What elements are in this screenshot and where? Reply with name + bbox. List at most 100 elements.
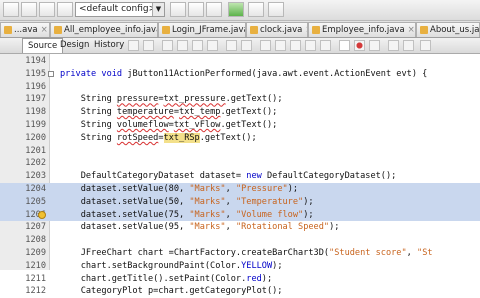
file-tab[interactable]: Login_JFrame.java×: [158, 22, 246, 37]
code-text: JFreeChart chart =ChartFactory.createBar…: [60, 248, 433, 258]
file-tab-label: Login_JFrame.java: [172, 25, 246, 35]
java-file-icon: [54, 26, 62, 34]
line-number: 1210: [25, 260, 46, 271]
code-text: chart.setBackgroundPaint(Color.YELLOW);: [60, 260, 283, 271]
code-line[interactable]: 1197 String pressure=txt_pressure.getTex…: [0, 93, 480, 106]
toggle-highlight-icon[interactable]: [207, 40, 218, 51]
code-line[interactable]: 1199 String volumeflow=txt_vFlow.getText…: [0, 119, 480, 132]
code-text: CategoryPlot p=chart.getCategoryPlot();: [60, 286, 283, 297]
code-line[interactable]: 1194: [0, 55, 480, 68]
file-tab[interactable]: ...ava ×: [0, 22, 50, 37]
file-tab[interactable]: All_employee_info.java×: [50, 22, 158, 37]
code-editor[interactable]: 1194 1195 private void jButton11ActionPerf…: [0, 54, 480, 296]
shift-right-icon[interactable]: [241, 40, 252, 51]
editor-options-icon[interactable]: [420, 40, 431, 51]
code-text: String temperature=txt_temp.getText();: [60, 107, 278, 118]
back-icon[interactable]: [128, 40, 139, 51]
code-line[interactable]: 1211 chart.getTitle().setPaint(Color.red…: [0, 273, 480, 286]
line-number: 1204: [25, 184, 46, 194]
line-number: 1203: [25, 171, 46, 182]
code-line[interactable]: 1200 String rotSpeed=txt_RSp.getText();: [0, 132, 480, 145]
code-line[interactable]: 1206 dataset.setValue(75, "Marks", "Volu…: [0, 208, 480, 222]
editor-mode-bar: Source Design History: [0, 38, 480, 54]
code-text: String volumeflow=txt_vFlow.getText();: [60, 120, 278, 130]
shift-left-icon[interactable]: [226, 40, 237, 51]
open-project-icon[interactable]: [21, 2, 37, 17]
line-number: 1196: [25, 81, 46, 92]
run-icon[interactable]: [228, 2, 244, 17]
line-number: 1195: [25, 68, 46, 79]
check-icon[interactable]: [388, 40, 399, 51]
find-previous-icon[interactable]: [177, 40, 188, 51]
hint-bulb-icon[interactable]: [38, 210, 46, 219]
code-line[interactable]: 1204 dataset.setValue(80, "Marks", "Pres…: [0, 183, 480, 196]
file-tab[interactable]: About_us.java: [416, 22, 480, 37]
code-line[interactable]: 1198 String temperature=txt_temp.getText…: [0, 106, 480, 119]
code-text: DefaultCategoryDataset dataset= new Defa…: [60, 171, 397, 182]
file-tab[interactable]: clock.java×: [246, 22, 308, 37]
java-file-icon: [4, 26, 12, 34]
line-number: 1208: [25, 235, 46, 246]
line-number: 1205: [25, 196, 46, 207]
code-line[interactable]: 1195 private void jButton11ActionPerforme…: [0, 68, 480, 81]
tab-history[interactable]: History: [89, 38, 129, 53]
build-icon[interactable]: [206, 2, 222, 17]
line-number: 1211: [25, 273, 46, 284]
code-text: dataset.setValue(75, "Marks", "Volume fl…: [60, 209, 314, 220]
validate-icon[interactable]: [403, 40, 414, 51]
line-number: 1198: [25, 107, 46, 118]
previous-bookmark-icon[interactable]: [275, 40, 286, 51]
next-bookmark-icon[interactable]: [290, 40, 301, 51]
find-next-icon[interactable]: [192, 40, 203, 51]
file-tab-label: About_us.java: [430, 25, 480, 35]
line-number: 1194: [25, 56, 46, 66]
code-text: dataset.setValue(50, "Marks", "Temperatu…: [60, 196, 314, 207]
line-number: 1212: [25, 286, 46, 297]
clean-build-icon[interactable]: [188, 2, 204, 17]
editor-file-tabs: ...ava× All_employee_info.java× Login_JF…: [0, 21, 480, 38]
code-text: dataset.setValue(95, "Marks", "Rotationa…: [60, 222, 340, 233]
code-line[interactable]: 1212 CategoryPlot p=chart.getCategoryPlo…: [0, 285, 480, 298]
main-toolbar: <default config> ▼: [0, 0, 480, 21]
file-tab-label: clock.java: [260, 25, 303, 35]
save-all-icon[interactable]: [39, 2, 55, 17]
code-line[interactable]: 1209 JFreeChart chart =ChartFactory.crea…: [0, 247, 480, 260]
code-text: chart.getTitle().setPaint(Color.red);: [60, 273, 273, 284]
debug-icon[interactable]: [248, 2, 264, 17]
code-line[interactable]: 1196: [0, 81, 480, 94]
code-line[interactable]: 1202: [0, 157, 480, 170]
file-tab-label: Employee_info.java: [322, 25, 405, 35]
toggle-bookmark-icon[interactable]: [260, 40, 271, 51]
code-line[interactable]: 1201: [0, 145, 480, 158]
config-value: <default config>: [79, 4, 157, 14]
new-file-icon[interactable]: [3, 2, 19, 17]
line-number: 1207: [25, 222, 46, 233]
record-macro-icon[interactable]: [354, 40, 365, 51]
line-number: 1209: [25, 248, 46, 258]
uncomment-icon[interactable]: [320, 40, 331, 51]
code-text: dataset.setValue(80, "Marks", "Pressure"…: [60, 184, 299, 194]
file-tab[interactable]: Employee_info.java ×: [308, 22, 416, 37]
stop-macro-icon[interactable]: [369, 40, 380, 51]
find-icon[interactable]: [162, 40, 173, 51]
config-select[interactable]: <default config> ▼: [75, 2, 165, 17]
start-macro-icon[interactable]: [339, 40, 350, 51]
settings-icon[interactable]: [170, 2, 186, 17]
code-line[interactable]: 1205 dataset.setValue(50, "Marks", "Temp…: [0, 195, 480, 209]
code-line[interactable]: 1208: [0, 234, 480, 247]
code-line[interactable]: 1207 dataset.setValue(95, "Marks", "Rota…: [0, 221, 480, 234]
file-tab-label: All_employee_info.java: [64, 25, 158, 35]
fold-toggle-icon[interactable]: [48, 70, 54, 77]
code-line[interactable]: 1203 DefaultCategoryDataset dataset= new…: [0, 170, 480, 183]
close-icon[interactable]: ×: [405, 25, 415, 35]
code-text: private void jButton11ActionPerformed(ja…: [60, 68, 428, 79]
java-file-icon: [312, 26, 320, 34]
close-icon[interactable]: ×: [38, 25, 48, 35]
profile-icon[interactable]: [268, 2, 284, 17]
java-file-icon: [162, 26, 170, 34]
undo-icon[interactable]: [57, 2, 73, 17]
forward-icon[interactable]: [143, 40, 154, 51]
code-line[interactable]: 1210 chart.setBackgroundPaint(Color.YELL…: [0, 260, 480, 273]
comment-icon[interactable]: [305, 40, 316, 51]
code-text: String pressure=txt_pressure.getText();: [60, 94, 283, 105]
